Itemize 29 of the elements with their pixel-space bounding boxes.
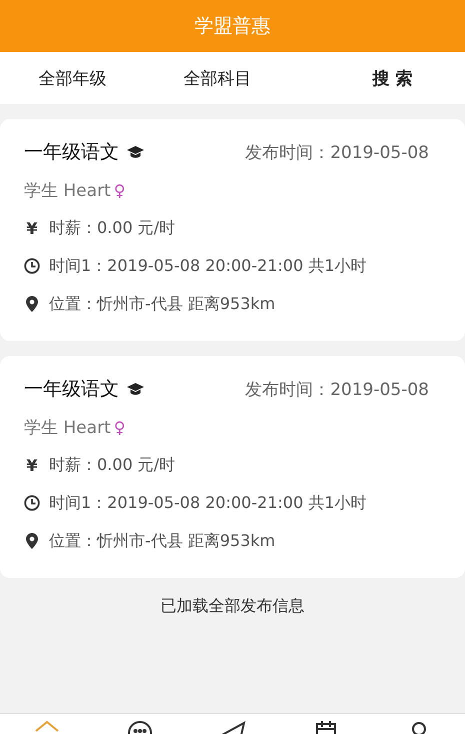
currency-symbol: ¥ <box>25 456 39 474</box>
currency-symbol: ¥ <box>25 218 39 238</box>
clock-icon <box>24 495 40 511</box>
clock-icon <box>24 258 40 274</box>
lesson-time: 时间1：2019-05-08 20:00-21:00 共1小时 <box>49 492 367 514</box>
post-card[interactable]: 一年级语文 发布时间：2019-05-08 学生 Heart ♀ ¥ 时薪：0.00 元/时 时间1：2019-05-08 20:00-21:00 共1小时 位置：忻州市-代县 距离953km <box>0 356 465 578</box>
graduation-cap-icon <box>127 382 144 396</box>
gender-symbol: ♀ <box>114 418 126 436</box>
gender-symbol: ♀ <box>114 180 126 200</box>
location-text: 位置：忻州市-代县 距离953km <box>49 530 276 552</box>
location-pin-icon <box>26 533 38 549</box>
location-text: 位置：忻州市-代县 距离953km <box>49 294 276 314</box>
app-title: 学盟普惠 <box>194 14 270 39</box>
subject-title: 一年级语文 <box>24 140 119 165</box>
subject-title: 一年级语文 <box>24 377 119 402</box>
lesson-time: 时间1：2019-05-08 20:00-21:00 共1小时 <box>49 256 367 276</box>
publish-date: 发布时间：2019-05-08 <box>245 378 429 400</box>
post-card[interactable]: 一年级语文 发布时间：2019-05-08 学生 Heart ♀ ¥ 时薪：0.00 元/时 时间1：2019-05-08 20:00-21:00 共1小时 位置：忻州市-代县 距离953km <box>0 119 465 341</box>
graduation-cap-icon <box>127 146 144 158</box>
location-pin-icon <box>26 296 38 312</box>
hourly-wage: 时薪：0.00 元/时 <box>49 218 176 238</box>
end-of-list-note: 已加载全部发布信息 <box>160 596 304 617</box>
filter-dropdown[interactable]: 全部科目 <box>145 58 290 98</box>
filter-dropdown[interactable]: 全部年级 <box>0 58 145 98</box>
publish-date: 发布时间：2019-05-08 <box>245 142 429 164</box>
student-name: 学生 Heart <box>24 180 111 202</box>
hourly-wage: 时薪：0.00 元/时 <box>49 454 176 476</box>
search-button[interactable]: 搜 索 <box>290 58 465 98</box>
student-name: 学生 Heart <box>24 416 111 438</box>
